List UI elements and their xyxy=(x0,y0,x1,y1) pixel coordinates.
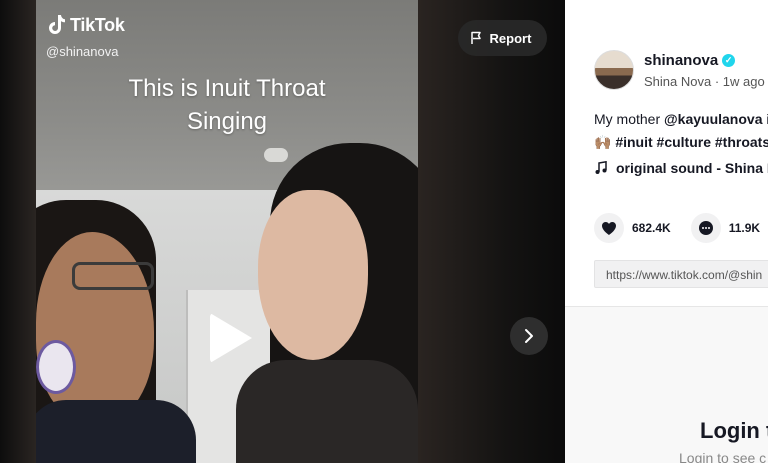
person-right-face xyxy=(258,190,368,360)
tiktok-logo-text: TikTok xyxy=(70,14,125,35)
mention-link[interactable]: @kayuulanova xyxy=(664,111,762,127)
engagement-stats: 682.4K 11.9K xyxy=(594,213,760,243)
music-label[interactable]: original sound - Shina N xyxy=(616,160,768,176)
subline-separator: · xyxy=(711,73,723,89)
person-right-body xyxy=(236,360,418,463)
author-username[interactable]: shinanova ✓ xyxy=(644,52,765,69)
caption-line-2: Singing xyxy=(186,108,268,135)
flag-icon xyxy=(470,31,481,44)
description-prefix: My mother xyxy=(594,111,665,127)
chevron-right-icon xyxy=(525,329,533,343)
music-note-icon xyxy=(595,161,607,174)
hashtags[interactable]: 🙌🏽 #inuit #culture #throats xyxy=(594,134,768,150)
comment-count: 11.9K xyxy=(728,221,761,235)
video-lamp xyxy=(264,148,288,162)
login-subtitle: Login to see c xyxy=(679,450,767,463)
avatar[interactable] xyxy=(594,50,634,90)
music-link[interactable]: original sound - Shina N xyxy=(594,160,768,176)
next-video-button[interactable] xyxy=(510,317,548,355)
author-info[interactable]: shinanova ✓ Shina Nova · 1w ago xyxy=(594,50,765,90)
copy-link-field[interactable]: https://www.tiktok.com/@shin xyxy=(594,260,768,288)
description-rest: i xyxy=(766,111,768,127)
like-count: 682.4K xyxy=(632,221,671,235)
login-title: Login t xyxy=(700,418,768,443)
like-button[interactable]: 682.4K xyxy=(594,213,671,243)
tiktok-logo-icon xyxy=(49,15,65,34)
author-display-name: Shina Nova xyxy=(644,73,712,89)
blurred-background-left xyxy=(0,0,36,463)
blurred-background-right xyxy=(418,0,565,463)
video-player[interactable] xyxy=(36,0,418,463)
video-handle: @shinanova xyxy=(46,44,119,59)
tiktok-watermark: TikTok xyxy=(46,14,125,36)
person-left-body xyxy=(36,400,196,463)
author-subline: Shina Nova · 1w ago xyxy=(644,74,765,89)
person-left-earring xyxy=(36,340,76,394)
person-left-glasses xyxy=(72,262,154,290)
details-panel: shinanova ✓ Shina Nova · 1w ago My mothe… xyxy=(565,0,768,463)
video-viewer: TikTok @shinanova This is Inuit Throat S… xyxy=(0,0,565,463)
comment-icon[interactable] xyxy=(690,213,721,243)
author-username-text[interactable]: shinanova xyxy=(644,52,718,69)
caption-line-1: This is Inuit Throat xyxy=(128,75,326,102)
video-caption: This is Inuit Throat Singing xyxy=(36,72,418,138)
verified-badge-icon: ✓ xyxy=(722,53,736,67)
comment-button[interactable]: 11.9K xyxy=(690,213,761,243)
post-time: 1w ago xyxy=(722,73,765,89)
report-label: Report xyxy=(489,30,532,46)
video-description: My mother @kayuulanova i 🙌🏽 #inuit #cult… xyxy=(594,108,768,154)
heart-icon[interactable] xyxy=(594,213,624,243)
report-button[interactable]: Report xyxy=(458,20,547,56)
play-icon[interactable] xyxy=(210,313,252,363)
